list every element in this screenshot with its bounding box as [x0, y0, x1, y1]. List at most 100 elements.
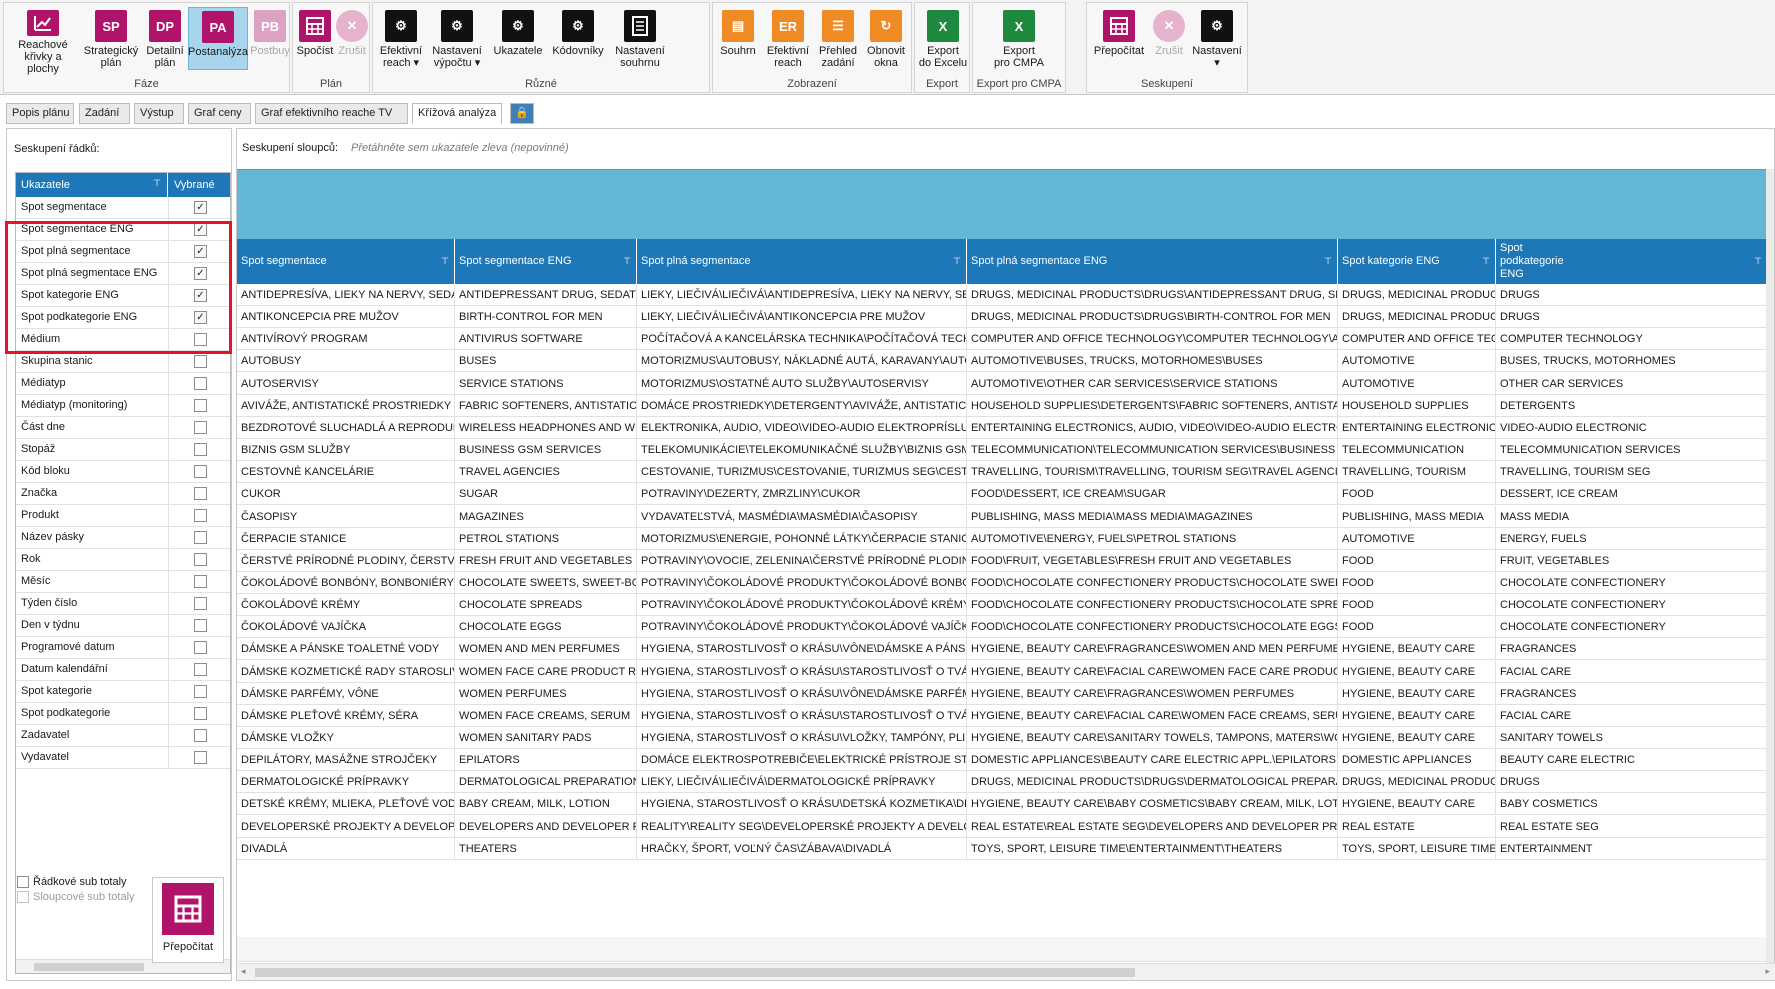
input-overview-button[interactable]: ☰ Přehled zadání — [815, 7, 861, 75]
filter-icon[interactable]: ⊤ — [1324, 256, 1332, 267]
compute-button[interactable]: Spočíst — [296, 7, 334, 75]
indicators-column-header[interactable]: Ukazatele ⊤ — [16, 173, 168, 197]
selected-checkbox[interactable]: ✓ — [194, 245, 207, 258]
lock-icon[interactable]: 🔒 — [510, 103, 534, 124]
horizontal-scrollbar[interactable]: ◂ ▸ — [237, 963, 1775, 980]
scroll-left-icon[interactable]: ◂ — [241, 966, 246, 977]
indicator-row[interactable]: Spot podkategorie — [16, 703, 230, 725]
selected-checkbox[interactable]: ✓ — [194, 289, 207, 302]
indicator-row[interactable]: Spot segmentace ✓ — [16, 197, 230, 219]
checkbox-box[interactable] — [17, 891, 29, 903]
table-row[interactable]: AUTOSERVISY SERVICE STATIONS MOTORIZMUS\OS… — [237, 372, 1768, 395]
selected-checkbox[interactable] — [194, 355, 207, 368]
column-header[interactable]: Spot plná segmentace ⊤ — [637, 239, 967, 284]
selected-checkbox[interactable]: ✓ — [194, 223, 207, 236]
selected-checkbox[interactable] — [194, 465, 207, 478]
summary-settings-button[interactable]: Nastavení souhrnu — [609, 7, 671, 75]
indicator-row[interactable]: Název pásky — [16, 527, 230, 549]
selected-checkbox[interactable] — [194, 641, 207, 654]
effective-reach-view-button[interactable]: ER Efektivní reach — [763, 7, 813, 75]
indicator-row[interactable]: Část dne — [16, 417, 230, 439]
filter-icon[interactable]: ⊤ — [623, 256, 631, 267]
filter-icon[interactable]: ⊤ — [1482, 256, 1490, 267]
table-row[interactable]: ČOKOLÁDOVÉ BONBÓNY, BONBONIÉRY CHOCOLATE … — [237, 571, 1768, 594]
tab-price-chart[interactable]: Graf ceny — [188, 103, 251, 124]
indicator-row[interactable]: Spot kategorie — [16, 681, 230, 703]
indicator-row[interactable]: Spot kategorie ENG ✓ — [16, 285, 230, 307]
table-row[interactable]: ČOKOLÁDOVÉ VAJÍČKA CHOCOLATE EGGS POTRAVIN… — [237, 616, 1768, 639]
column-header[interactable]: Spot plná segmentace ENG ⊤ — [967, 239, 1338, 284]
indicator-row[interactable]: Spot plná segmentace ENG ✓ — [16, 263, 230, 285]
codebooks-button[interactable]: ⚙ Kódovníky — [549, 7, 607, 75]
selected-checkbox[interactable] — [194, 751, 207, 764]
filter-icon[interactable]: ⊤ — [153, 178, 161, 189]
table-row[interactable]: ČERSTVÉ PRÍRODNÉ PLODINY, ČERSTVÉ OVOCIE… — [237, 549, 1768, 572]
indicator-row[interactable]: Datum kalendářní — [16, 659, 230, 681]
postanalysis-button[interactable]: PA Postanalýza — [188, 7, 248, 70]
indicator-row[interactable]: Médiatyp — [16, 373, 230, 395]
grouping-settings-button[interactable]: ⚙ Nastavení ▾ — [1189, 7, 1245, 75]
tab-cross-analysis[interactable]: Křížová analýza — [412, 103, 502, 124]
selected-checkbox[interactable] — [194, 399, 207, 412]
cancel-plan-button[interactable]: ✕ Zrušit — [335, 7, 369, 75]
indicator-row[interactable]: Den v týdnu — [16, 615, 230, 637]
export-excel-button[interactable]: X Export do Excelu — [917, 7, 969, 75]
table-row[interactable]: DÁMSKE VLOŽKY WOMEN SANITARY PADS HYGIENA,… — [237, 727, 1768, 749]
selected-column-header[interactable]: Vybrané — [169, 173, 230, 197]
indicator-row[interactable]: Stopáž — [16, 439, 230, 461]
selected-checkbox[interactable] — [194, 707, 207, 720]
column-header[interactable]: Spot kategorie ENG ⊤ — [1338, 239, 1496, 284]
table-row[interactable]: BEZDROTOVÉ SLUCHADLÁ A REPRODUKTORYWIREL… — [237, 416, 1768, 439]
export-cmpa-button[interactable]: X Export pro CMPA — [991, 7, 1047, 75]
recalculate-panel-button[interactable]: Přepočítat — [152, 877, 224, 963]
table-row[interactable]: DERMATOLOGICKÉ PRÍPRAVKY DERMATOLOGICAL P… — [237, 771, 1768, 794]
tab-effective-reach-chart[interactable]: Graf efektivního reache TV — [255, 103, 408, 124]
selected-checkbox[interactable] — [194, 597, 207, 610]
row-subtotals-checkbox[interactable]: Řádkové sub totaly — [17, 876, 127, 888]
indicator-row[interactable]: Spot segmentace ENG ✓ — [16, 219, 230, 241]
reach-curves-button[interactable]: Reachové křivky a plochy — [7, 7, 79, 75]
detail-plan-button[interactable]: DP Detailní plán — [142, 7, 188, 75]
tab-output[interactable]: Výstup — [134, 103, 184, 124]
calc-settings-button[interactable]: ⚙ Nastavení výpočtu ▾ — [427, 7, 487, 75]
table-row[interactable]: CUKOR SUGAR POTRAVINY\DEZERTY, ZMRZLINY\CU… — [237, 483, 1768, 506]
table-row[interactable]: DÁMSKE KOZMETICKÉ RADY STAROSLIVOSTI O P… — [237, 660, 1768, 683]
table-row[interactable]: AUTOBUSY BUSES MOTORIZMUS\AUTOBUSY, NÁKLAD… — [237, 350, 1768, 373]
effective-reach-button[interactable]: ⚙ Efektivní reach ▾ — [376, 7, 426, 75]
indicator-row[interactable]: Médiatyp (monitoring) — [16, 395, 230, 417]
table-row[interactable]: DÁMSKE A PÁNSKE TOALETNÉ VODY WOMEN AND M… — [237, 638, 1768, 661]
filter-icon[interactable]: ⊤ — [953, 256, 961, 267]
selected-checkbox[interactable] — [194, 575, 207, 588]
recalculate-button[interactable]: Přepočítat — [1089, 7, 1149, 75]
refresh-windows-button[interactable]: ↻ Obnovit okna — [863, 7, 909, 75]
selected-checkbox[interactable]: ✓ — [194, 311, 207, 324]
table-row[interactable]: ČASOPISY MAGAZINES VYDAVATEĽSTVÁ, MASMÉDIA… — [237, 505, 1768, 528]
column-header[interactable]: Spot podkategorie ENG ⊤ — [1496, 239, 1768, 284]
indicator-row[interactable]: Značka — [16, 483, 230, 505]
indicator-row[interactable]: Týden číslo — [16, 593, 230, 615]
column-header[interactable]: Spot segmentace ENG ⊤ — [455, 239, 637, 284]
table-row[interactable]: ČOKOLÁDOVÉ KRÉMY CHOCOLATE SPREADS POTRAVI… — [237, 594, 1768, 617]
filter-icon[interactable]: ⊤ — [1754, 256, 1762, 267]
indicator-row[interactable]: Měsíc — [16, 571, 230, 593]
indicator-row[interactable]: Rok — [16, 549, 230, 571]
table-row[interactable]: ČERPACIE STANICE PETROL STATIONS MOTORIZMU… — [237, 527, 1768, 550]
indicator-row[interactable]: Spot podkategorie ENG ✓ — [16, 307, 230, 329]
selected-checkbox[interactable] — [194, 685, 207, 698]
vertical-scrollbar[interactable] — [1766, 169, 1774, 964]
table-row[interactable]: ANTIVÍROVÝ PROGRAM ANTIVIRUS SOFTWARE POČÍ… — [237, 328, 1768, 351]
filter-icon[interactable]: ⊤ — [441, 256, 449, 267]
postbuy-button[interactable]: PB Postbuy — [250, 7, 290, 75]
table-row[interactable]: ANTIDEPRESÍVA, LIEKY NA NERVY, SEDATÍVAA… — [237, 284, 1768, 306]
checkbox-box[interactable] — [17, 876, 29, 888]
selected-checkbox[interactable] — [194, 729, 207, 742]
selected-checkbox[interactable] — [194, 443, 207, 456]
table-row[interactable]: CESTOVNÉ KANCELÁRIE TRAVEL AGENCIES CESTOV… — [237, 461, 1768, 484]
selected-checkbox[interactable] — [194, 553, 207, 566]
indicator-row[interactable]: Médium — [16, 329, 230, 351]
selected-checkbox[interactable]: ✓ — [194, 201, 207, 214]
selected-checkbox[interactable] — [194, 663, 207, 676]
column-header[interactable]: Spot segmentace ⊤ — [237, 239, 455, 284]
tab-plan-description[interactable]: Popis plánu — [6, 103, 74, 124]
strategic-plan-button[interactable]: SP Strategický plán — [83, 7, 139, 75]
